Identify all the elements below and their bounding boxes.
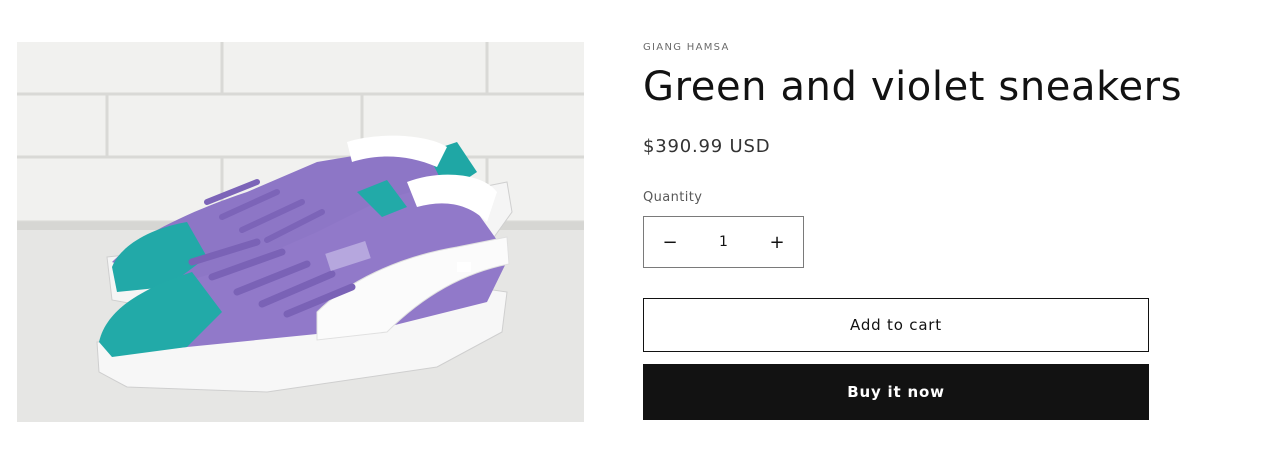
plus-icon: + xyxy=(769,231,785,253)
buy-now-label: Buy it now xyxy=(847,383,945,401)
minus-icon: − xyxy=(662,231,678,253)
quantity-decrease-button[interactable]: − xyxy=(644,217,696,267)
quantity-label: Quantity xyxy=(643,190,703,205)
quantity-input[interactable] xyxy=(696,217,751,267)
buy-now-button[interactable]: Buy it now xyxy=(643,364,1149,420)
quantity-increase-button[interactable]: + xyxy=(751,217,803,267)
sneakers-photo xyxy=(17,42,584,422)
product-image[interactable] xyxy=(17,42,584,422)
add-to-cart-button[interactable]: Add to cart xyxy=(643,298,1149,352)
product-price: $390.99 USD xyxy=(643,136,771,157)
product-vendor: GIANG HAMSA xyxy=(643,42,730,53)
product-page: GIANG HAMSA Green and violet sneakers $3… xyxy=(0,0,1280,460)
add-to-cart-label: Add to cart xyxy=(850,316,942,334)
product-title: Green and violet sneakers xyxy=(643,64,1183,110)
quantity-stepper: − + xyxy=(643,216,804,268)
